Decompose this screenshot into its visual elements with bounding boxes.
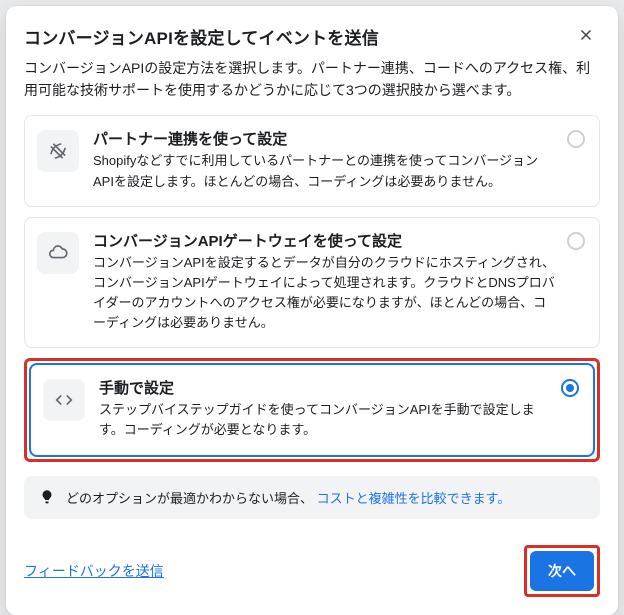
setup-dialog: コンバージョンAPIを設定してイベントを送信 コンバージョンAPIの設定方法を選…: [6, 6, 618, 615]
intro-text: コンバージョンAPIの設定方法を選択します。パートナー連携、コードへのアクセス権…: [24, 58, 600, 101]
option-desc: Shopifyなどすでに利用しているパートナーとの連携を使ってコンバージョンAP…: [93, 151, 557, 191]
close-button[interactable]: [572, 22, 600, 50]
dialog-header: コンバージョンAPIを設定してイベントを送信: [24, 22, 600, 50]
option-partner[interactable]: パートナー連携を使って設定 Shopifyなどすでに利用しているパートナーとの連…: [24, 115, 600, 206]
dialog-title: コンバージョンAPIを設定してイベントを送信: [24, 24, 379, 49]
info-prefix: どのオプションが最適かわからない場合、: [66, 491, 313, 506]
feedback-link[interactable]: フィードバックを送信: [24, 561, 164, 581]
close-icon: [577, 26, 595, 47]
info-bar: どのオプションが最適かわからない場合、 コストと複雑性を比較できます。: [24, 476, 600, 519]
cloud-icon: [37, 232, 79, 274]
option-title: コンバージョンAPIゲートウェイを使って設定: [93, 230, 557, 251]
compare-link[interactable]: コストと複雑性を比較できます。: [317, 491, 511, 506]
option-body: コンバージョンAPIゲートウェイを使って設定 コンバージョンAPIを設定するとデ…: [93, 230, 585, 334]
option-desc: コンバージョンAPIを設定するとデータが自分のクラウドにホスティングされ、コンバ…: [93, 253, 557, 334]
option-gateway[interactable]: コンバージョンAPIゲートウェイを使って設定 コンバージョンAPIを設定するとデ…: [24, 217, 600, 349]
option-desc: ステップバイステップガイドを使ってコンバージョンAPIを手動で設定します。コーデ…: [99, 400, 551, 440]
highlight-box-option: 手動で設定 ステップバイステップガイドを使ってコンバージョンAPIを手動で設定し…: [24, 358, 600, 461]
option-title: 手動で設定: [99, 377, 551, 398]
dialog-footer: フィードバックを送信 次へ: [24, 545, 600, 597]
next-button[interactable]: 次へ: [530, 551, 594, 591]
option-body: パートナー連携を使って設定 Shopifyなどすでに利用しているパートナーとの連…: [93, 128, 585, 191]
partner-icon: [37, 130, 79, 172]
option-body: 手動で設定 ステップバイステップガイドを使ってコンバージョンAPIを手動で設定し…: [99, 377, 579, 440]
highlight-box-next: 次へ: [524, 545, 600, 597]
info-text: どのオプションが最適かわからない場合、 コストと複雑性を比較できます。: [66, 488, 510, 507]
lightbulb-icon: [38, 488, 56, 506]
options-list: パートナー連携を使って設定 Shopifyなどすでに利用しているパートナーとの連…: [24, 115, 600, 461]
option-manual[interactable]: 手動で設定 ステップバイステップガイドを使ってコンバージョンAPIを手動で設定し…: [29, 363, 595, 456]
code-icon: [43, 379, 85, 421]
option-title: パートナー連携を使って設定: [93, 128, 557, 149]
radio-unchecked[interactable]: [567, 232, 585, 250]
